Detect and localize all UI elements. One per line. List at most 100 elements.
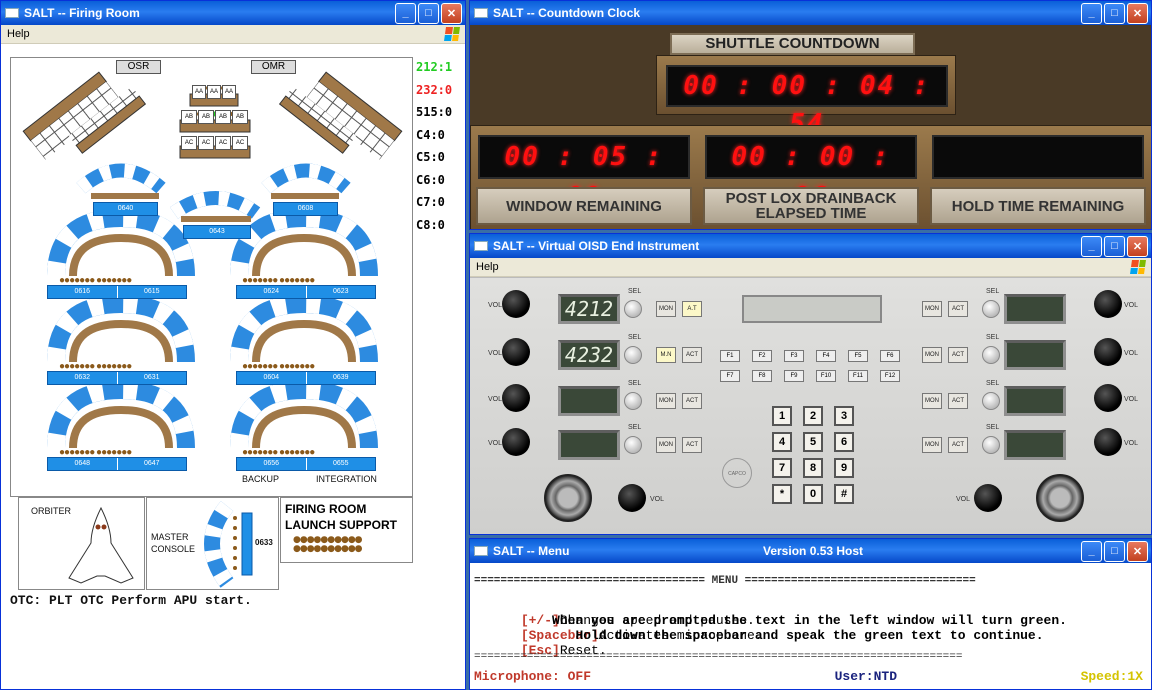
console-bar-0608[interactable]: 0608 [273,202,338,216]
mon-button-r4[interactable]: MON [922,437,942,453]
close-button[interactable]: ✕ [1127,2,1148,24]
numpad-key-8[interactable]: 8 [803,458,823,478]
numpad-key-0[interactable]: 0 [803,484,823,504]
numpad-key-6[interactable]: 6 [834,432,854,452]
act-button-r4[interactable]: ACT [948,437,968,453]
app-icon [5,8,19,18]
console-bar-0604-0639[interactable]: 0604 0639 [236,371,376,385]
sel-button-r1[interactable] [982,300,1000,318]
f7-key[interactable]: F7 [720,370,740,382]
sel-button-r4[interactable] [982,436,1000,454]
vol-knob-r3[interactable] [1094,384,1122,412]
close-button[interactable]: ✕ [1127,540,1148,562]
countdown-window: SALT -- Countdown Clock _ □ ✕ SHUTTLE CO… [469,0,1152,230]
vol-knob-r4[interactable] [1094,428,1122,456]
vol-label: VOL [1124,350,1139,357]
console-bar-0632-0631[interactable]: 0632 0631 [47,371,187,385]
maximize-button[interactable]: □ [1104,2,1125,24]
sel-label: SEL [628,334,642,341]
console-bar-0624-0623[interactable]: 0624 0623 [236,285,376,299]
f11-key[interactable]: F11 [848,370,868,382]
f5-key[interactable]: F5 [848,350,868,362]
mon-button-3[interactable]: MON [656,393,676,409]
act-button-r3[interactable]: ACT [948,393,968,409]
countdown-titlebar[interactable]: SALT -- Countdown Clock _ □ ✕ [470,1,1151,25]
status-column: 212:1 232:0 515:0 C4:0 C5:0 C6:0 C7:0 C8… [416,56,452,236]
f12-key[interactable]: F12 [880,370,900,382]
vol-knob-3[interactable] [502,384,530,412]
vol-knob-r2[interactable] [1094,338,1122,366]
vol-knob-4[interactable] [502,428,530,456]
mon-button-1[interactable]: MON [656,301,676,317]
sel-label: SEL [986,380,1000,387]
close-button[interactable]: ✕ [441,2,462,24]
menu-titlebar[interactable]: SALT -- Menu Version 0.53 Host _ □ ✕ [470,539,1151,563]
hold-time-label: HOLD TIME REMAINING [930,187,1146,225]
help-menu[interactable]: Help [7,28,30,40]
minimize-button[interactable]: _ [395,2,416,24]
vol-knob-2[interactable] [502,338,530,366]
console-bar-0616-0615[interactable]: 0616 0615 [47,285,187,299]
numpad-key-2[interactable]: 2 [803,406,823,426]
oisd-titlebar[interactable]: SALT -- Virtual OISD End Instrument _ □ … [470,234,1151,258]
headset-vol-knob-left[interactable] [618,484,646,512]
firing-room-titlebar[interactable]: SALT -- Firing Room _ □ ✕ [1,1,465,25]
mon-button-r2[interactable]: MON [922,347,942,363]
act-button-4[interactable]: ACT [682,437,702,453]
help-menu[interactable]: Help [476,261,499,273]
status-line: C5:0 [416,150,445,164]
console-bar-0656-0655[interactable]: 0656 0655 [236,457,376,471]
mon-button-2[interactable]: M.N [656,347,676,363]
console-bar-0640[interactable]: 0640 [93,202,158,216]
maximize-button[interactable]: □ [1104,235,1125,257]
act-button-1[interactable]: A.T [682,301,702,317]
numpad-key-9[interactable]: 9 [834,458,854,478]
numpad-key-7[interactable]: 7 [772,458,792,478]
headset-vol-knob-right[interactable] [974,484,1002,512]
mon-button-4[interactable]: MON [656,437,676,453]
status-line: 212:1 [416,60,453,74]
vol-knob-r1[interactable] [1094,290,1122,318]
f3-key[interactable]: F3 [784,350,804,362]
f1-key[interactable]: F1 [720,350,740,362]
minimize-button[interactable]: _ [1081,540,1102,562]
minimize-button[interactable]: _ [1081,235,1102,257]
sel-button-4[interactable] [624,436,642,454]
f9-key[interactable]: F9 [784,370,804,382]
otc-message: OTC: PLT OTC Perform APU start. [10,593,252,608]
act-button-r2[interactable]: ACT [948,347,968,363]
window-title: SALT -- Virtual OISD End Instrument [493,239,700,253]
sel-label: SEL [628,380,642,387]
close-button[interactable]: ✕ [1127,235,1148,257]
console-bar-0643[interactable]: 0643 [183,225,251,239]
mon-button-r3[interactable]: MON [922,393,942,409]
window-remaining-label: WINDOW REMAINING [476,187,692,225]
mon-button-r1[interactable]: MON [922,301,942,317]
act-button-3[interactable]: ACT [682,393,702,409]
numpad-key-5[interactable]: 5 [803,432,823,452]
vol-knob-1[interactable] [502,290,530,318]
minimize-button[interactable]: _ [1081,2,1102,24]
sel-button-2[interactable] [624,346,642,364]
f4-key[interactable]: F4 [816,350,836,362]
act-button-r1[interactable]: ACT [948,301,968,317]
version-label: Version 0.53 Host [763,544,864,558]
user-label: User: [834,669,874,684]
numpad-key-hash[interactable]: # [834,484,854,504]
f2-key[interactable]: F2 [752,350,772,362]
sel-button-1[interactable] [624,300,642,318]
numpad-key-3[interactable]: 3 [834,406,854,426]
numpad-key-4[interactable]: 4 [772,432,792,452]
numpad-key-1[interactable]: 1 [772,406,792,426]
f10-key[interactable]: F10 [816,370,836,382]
sel-button-r3[interactable] [982,392,1000,410]
numpad-key-star[interactable]: * [772,484,792,504]
f8-key[interactable]: F8 [752,370,772,382]
maximize-button[interactable]: □ [1104,540,1125,562]
f6-key[interactable]: F6 [880,350,900,362]
sel-button-r2[interactable] [982,346,1000,364]
console-bar-0648-0647[interactable]: 0648 0647 [47,457,187,471]
act-button-2[interactable]: ACT [682,347,702,363]
sel-button-3[interactable] [624,392,642,410]
maximize-button[interactable]: □ [418,2,439,24]
